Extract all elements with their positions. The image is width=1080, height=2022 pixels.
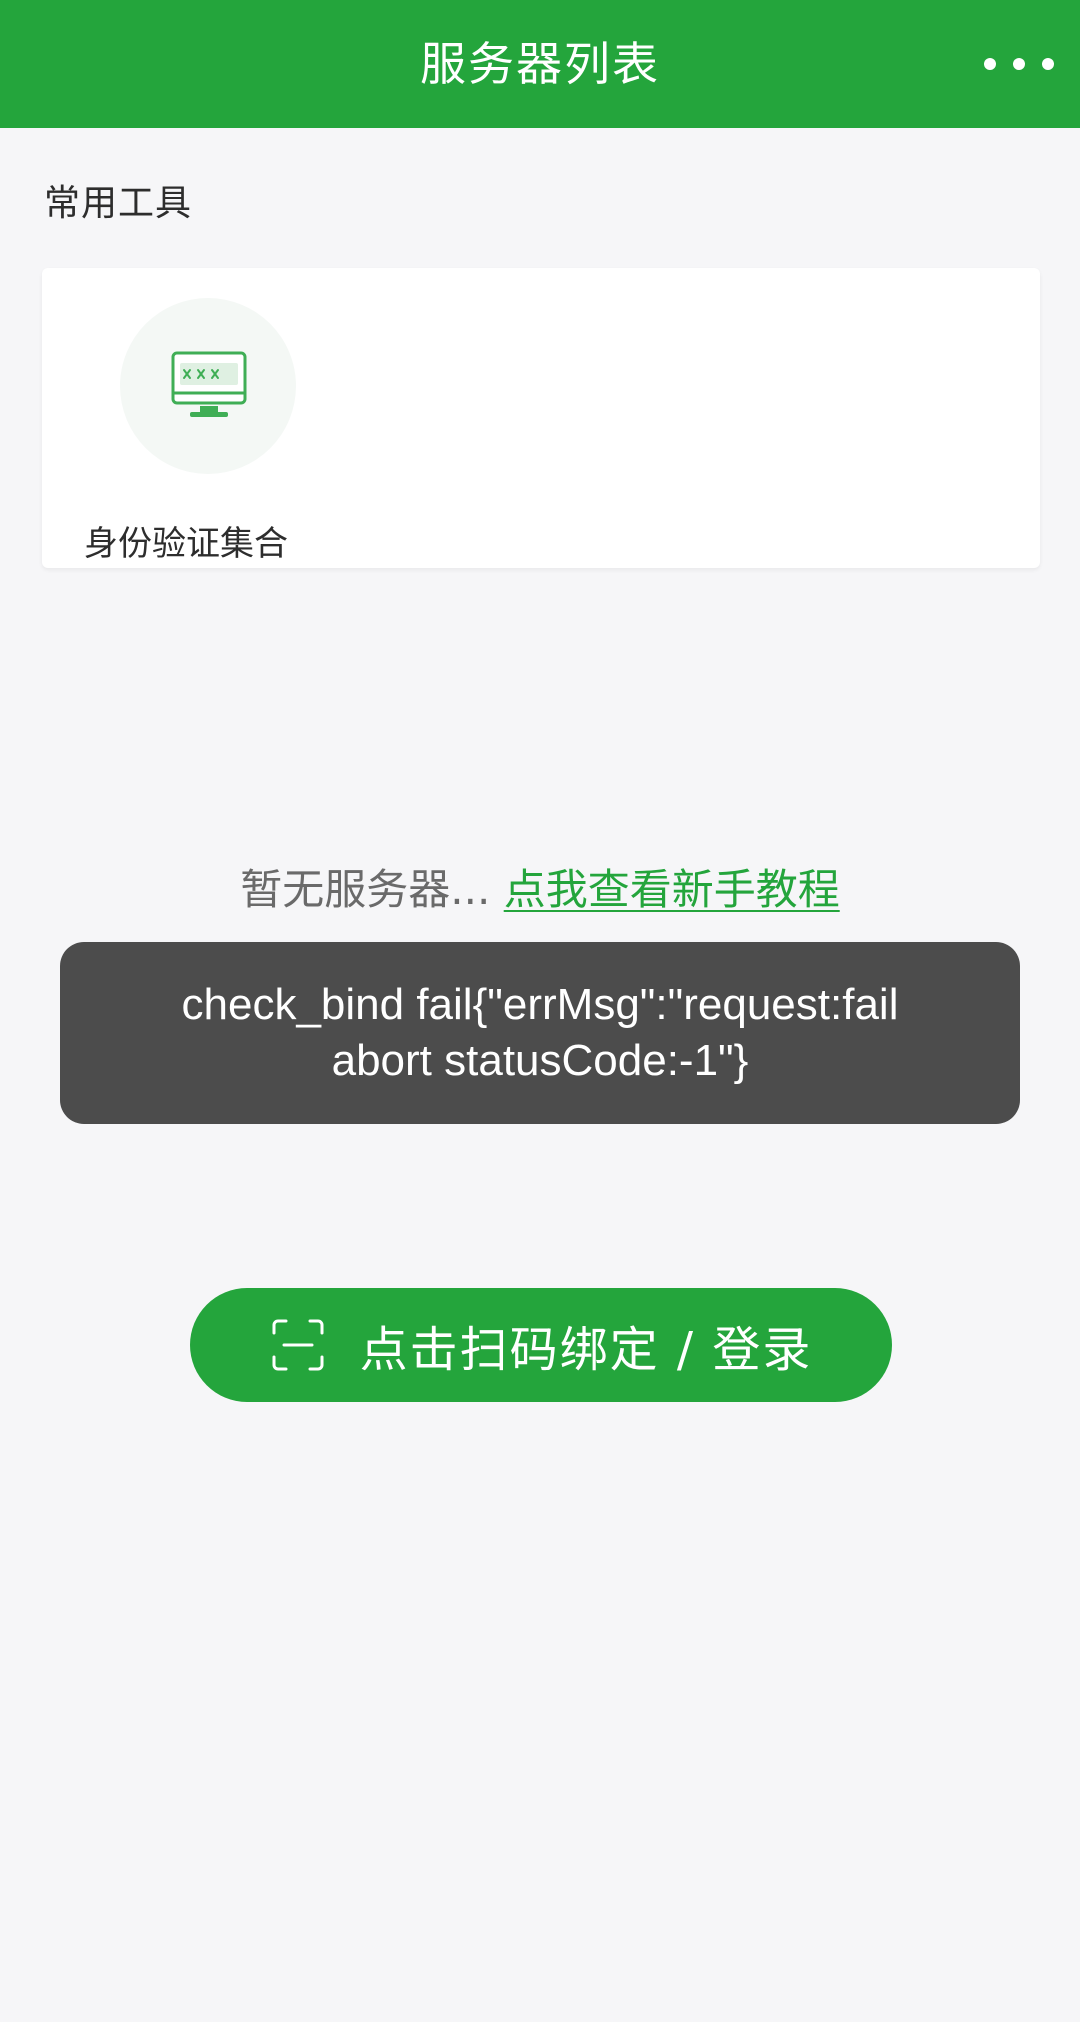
tool-item-identity-verification[interactable]: 身份验证集合 <box>66 292 296 564</box>
tool-item-label: 身份验证集合 <box>84 524 288 564</box>
scan-icon <box>272 1319 324 1371</box>
page-title: 服务器列表 <box>420 37 660 91</box>
more-dot-icon <box>984 58 996 70</box>
tool-icon-background <box>120 298 296 474</box>
tools-section-title: 常用工具 <box>44 183 193 224</box>
top-nav-bar: 服务器列表 <box>0 0 1080 128</box>
tutorial-link[interactable]: 点我查看新手教程 <box>504 865 840 914</box>
tools-card: 身份验证集合 <box>42 268 1040 568</box>
more-dot-icon <box>1013 58 1025 70</box>
scan-bind-login-button[interactable]: 点击扫码绑定 / 登录 <box>190 1288 892 1402</box>
scan-button-label: 点击扫码绑定 / 登录 <box>359 1322 813 1378</box>
error-toast-message: check_bind fail{"errMsg":"request:fail a… <box>181 980 899 1085</box>
error-toast: check_bind fail{"errMsg":"request:fail a… <box>60 942 1020 1124</box>
more-button[interactable] <box>984 44 1054 84</box>
more-dot-icon <box>1042 58 1054 70</box>
empty-state: 暂无服务器... 点我查看新手教程 <box>0 856 1080 917</box>
empty-state-text: 暂无服务器... <box>240 865 491 914</box>
monitor-password-icon <box>171 351 247 417</box>
